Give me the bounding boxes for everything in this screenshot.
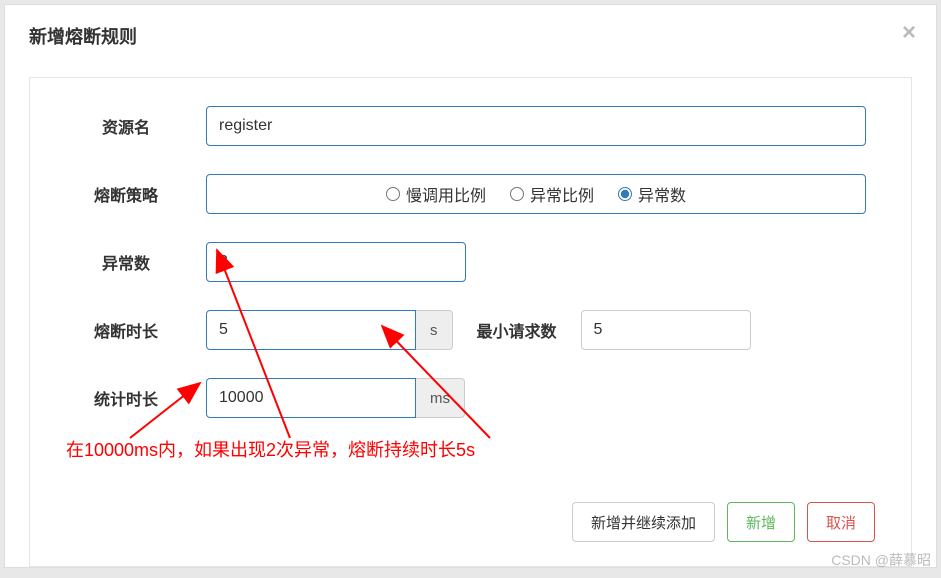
- resource-input[interactable]: [206, 106, 866, 146]
- row-fuse-duration: 熔断时长 s 最小请求数: [66, 310, 875, 350]
- stats-duration-unit: ms: [416, 378, 465, 418]
- modal-footer: 新增并继续添加 新增 取消: [572, 502, 875, 542]
- row-strategy: 熔断策略 慢调用比例 异常比例 异常数: [66, 174, 875, 214]
- cancel-button[interactable]: 取消: [807, 502, 875, 542]
- radio-exception-count-label: 异常数: [638, 182, 686, 206]
- radio-exception-count[interactable]: 异常数: [618, 182, 686, 206]
- fuse-duration-group: s: [206, 310, 453, 350]
- label-min-requests: 最小请求数: [453, 318, 581, 342]
- radio-slow-call-label: 慢调用比例: [406, 182, 486, 206]
- modal-body: 资源名 熔断策略 慢调用比例 异常比例 异常数 异常数: [29, 77, 912, 567]
- row-resource: 资源名: [66, 106, 875, 146]
- radio-exception-count-input[interactable]: [618, 187, 632, 201]
- label-stats-duration: 统计时长: [66, 386, 206, 410]
- add-continue-button[interactable]: 新增并继续添加: [572, 502, 715, 542]
- fuse-duration-unit: s: [416, 310, 453, 350]
- radio-exception-ratio-input[interactable]: [510, 187, 524, 201]
- label-resource: 资源名: [66, 114, 206, 138]
- add-button[interactable]: 新增: [727, 502, 795, 542]
- strategy-radio-group: 慢调用比例 异常比例 异常数: [206, 174, 866, 214]
- row-exception-count: 异常数: [66, 242, 875, 282]
- stats-duration-input[interactable]: [206, 378, 416, 418]
- radio-slow-call[interactable]: 慢调用比例: [386, 182, 486, 206]
- radio-exception-ratio-label: 异常比例: [530, 182, 594, 206]
- fuse-duration-input[interactable]: [206, 310, 416, 350]
- modal-dialog: × 新增熔断规则 资源名 熔断策略 慢调用比例 异常比例 异常数: [4, 4, 937, 568]
- exception-count-input[interactable]: [206, 242, 466, 282]
- modal-title: 新增熔断规则: [29, 23, 912, 49]
- label-exception-count: 异常数: [66, 250, 206, 274]
- min-requests-input[interactable]: [581, 310, 751, 350]
- row-stats-duration: 统计时长 ms: [66, 378, 875, 418]
- watermark: CSDN @薛慕昭: [831, 550, 931, 570]
- radio-exception-ratio[interactable]: 异常比例: [510, 182, 594, 206]
- annotation-text: 在10000ms内，如果出现2次异常，熔断持续时长5s: [66, 436, 475, 462]
- label-strategy: 熔断策略: [66, 182, 206, 206]
- stats-duration-group: ms: [206, 378, 465, 418]
- modal-header: 新增熔断规则: [5, 5, 936, 57]
- close-icon[interactable]: ×: [902, 19, 916, 47]
- radio-slow-call-input[interactable]: [386, 187, 400, 201]
- label-fuse-duration: 熔断时长: [66, 318, 206, 342]
